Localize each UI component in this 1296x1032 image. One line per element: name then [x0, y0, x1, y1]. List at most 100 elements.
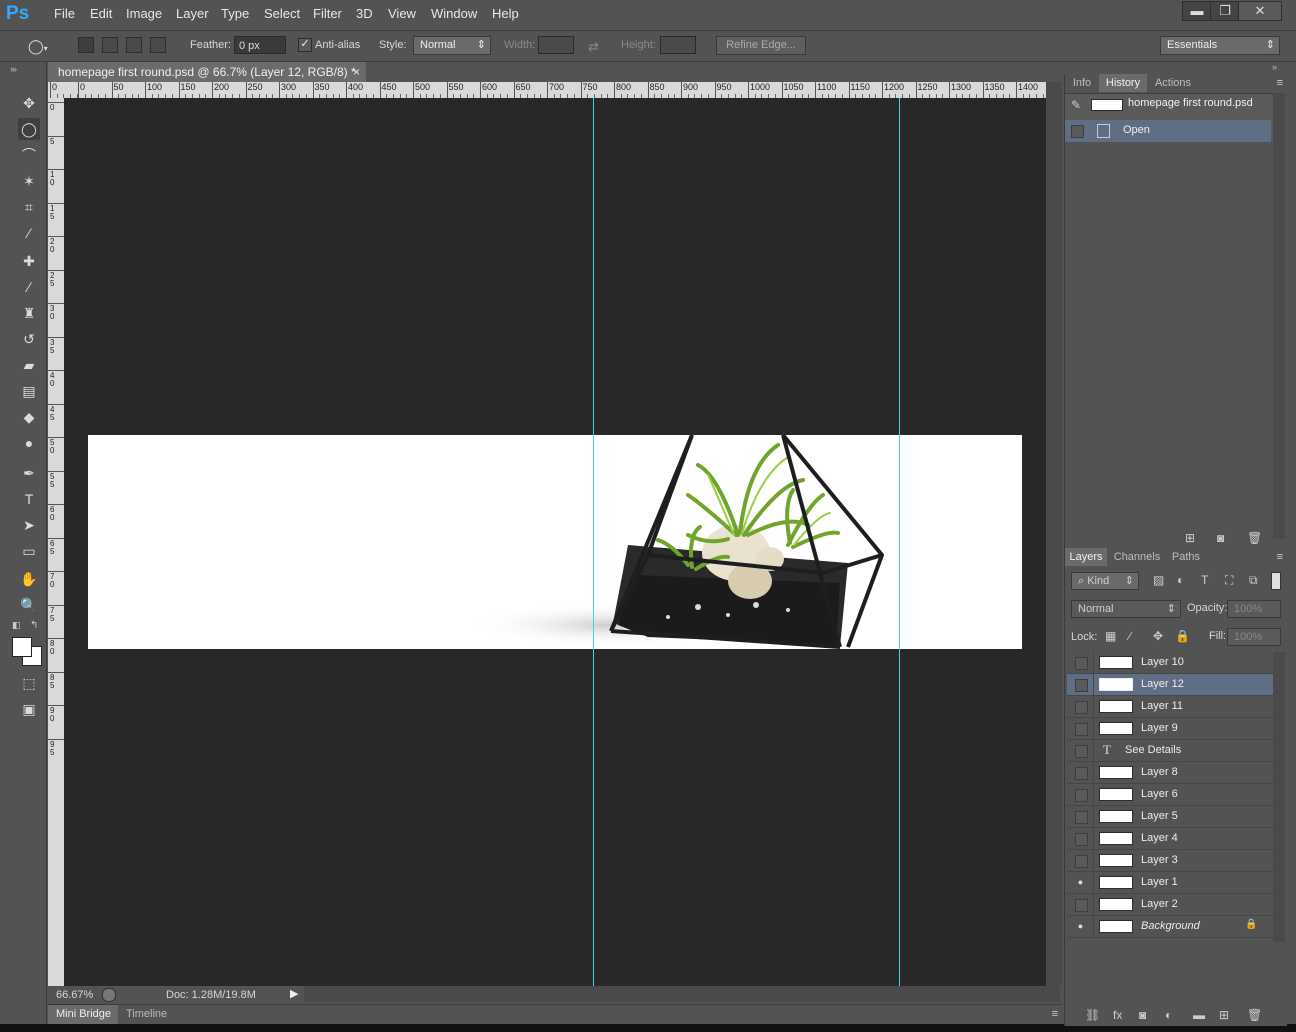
delete-layer-icon[interactable]: 🗑: [1247, 1008, 1262, 1022]
zoom-tool-icon[interactable]: 🔍: [18, 594, 40, 616]
history-brush-tool-icon[interactable]: ↺: [18, 328, 40, 350]
layer-row[interactable]: T See Details: [1067, 740, 1273, 762]
status-icon[interactable]: [102, 988, 116, 1002]
refine-edge-button[interactable]: Refine Edge...: [716, 36, 806, 55]
panel-menu-icon[interactable]: ≡: [1277, 77, 1283, 89]
horizontal-ruler[interactable]: 0 0 50 100 150 200 250 300 350 400 450 500 550 600 650…: [48, 82, 1048, 99]
tab-info[interactable]: Info: [1065, 74, 1099, 92]
visibility-toggle[interactable]: [1075, 679, 1088, 692]
layer-row[interactable]: Layer 11: [1067, 696, 1273, 718]
visibility-toggle[interactable]: [1075, 745, 1088, 758]
visibility-toggle[interactable]: [1075, 899, 1088, 912]
visibility-toggle[interactable]: [1075, 789, 1088, 802]
menu-edit[interactable]: Edit: [90, 6, 112, 21]
eraser-tool-icon[interactable]: ▰: [18, 354, 40, 376]
visibility-toggle[interactable]: [1075, 657, 1088, 670]
layer-row[interactable]: ● Background 🔒: [1067, 916, 1273, 938]
visibility-toggle[interactable]: [1075, 811, 1088, 824]
visibility-toggle[interactable]: [1075, 723, 1088, 736]
pixel-filter-icon[interactable]: ▨: [1153, 573, 1164, 587]
style-select[interactable]: Normal ⇕: [413, 36, 491, 55]
layer-row[interactable]: Layer 6: [1067, 784, 1273, 806]
move-tool-icon[interactable]: ✥: [18, 92, 40, 114]
brush-tool-icon[interactable]: ∕: [18, 276, 40, 298]
layer-row[interactable]: Layer 5: [1067, 806, 1273, 828]
feather-input[interactable]: 0 px: [234, 36, 286, 54]
ellipse-marquee-preset-icon[interactable]: ◯▾: [28, 37, 52, 55]
lock-position-icon[interactable]: ✥: [1153, 629, 1163, 643]
new-selection-icon[interactable]: [78, 37, 94, 53]
opacity-input[interactable]: 100%: [1227, 600, 1281, 618]
elliptical-marquee-tool-icon[interactable]: ◯: [18, 118, 40, 140]
camera-icon[interactable]: ◙: [1217, 531, 1224, 545]
vertical-scrollbar[interactable]: [1046, 82, 1062, 986]
filter-toggle[interactable]: [1271, 572, 1281, 590]
guide-line[interactable]: [899, 98, 900, 986]
dodge-tool-icon[interactable]: ●: [18, 432, 40, 454]
layer-row[interactable]: Layer 12: [1067, 674, 1273, 696]
magic-wand-tool-icon[interactable]: ✶: [18, 170, 40, 192]
shape-filter-icon[interactable]: ⛶: [1225, 573, 1233, 588]
document-tab[interactable]: homepage first round.psd @ 66.7% (Layer …: [48, 62, 366, 82]
swap-colors-icon[interactable]: ↰: [30, 620, 38, 631]
tab-channels[interactable]: Channels: [1109, 548, 1165, 566]
close-tab-icon[interactable]: ×: [353, 62, 360, 82]
fill-input[interactable]: 100%: [1227, 628, 1281, 646]
snapshot-name[interactable]: homepage first round.psd: [1128, 97, 1253, 109]
new-group-icon[interactable]: ▬: [1193, 1008, 1205, 1022]
lock-transparency-icon[interactable]: ▦: [1105, 629, 1116, 643]
panel-menu-icon[interactable]: ≡: [1052, 1008, 1058, 1020]
trash-icon[interactable]: 🗑: [1247, 531, 1262, 545]
expand-icon[interactable]: »: [10, 64, 15, 74]
clone-stamp-tool-icon[interactable]: ♜: [18, 302, 40, 324]
spot-healing-tool-icon[interactable]: ✚: [18, 250, 40, 272]
link-layers-icon[interactable]: ⛓: [1085, 1008, 1100, 1022]
type-filter-icon[interactable]: T: [1201, 573, 1208, 587]
lock-all-icon[interactable]: 🔒: [1175, 629, 1190, 643]
menu-window[interactable]: Window: [431, 6, 477, 21]
history-scrollbar[interactable]: [1273, 93, 1285, 539]
guide-line[interactable]: [593, 98, 594, 986]
visibility-toggle[interactable]: [1075, 767, 1088, 780]
new-document-from-state-icon[interactable]: ⊞: [1185, 531, 1195, 545]
default-colors-icon[interactable]: ◧: [12, 620, 21, 631]
layer-row[interactable]: Layer 2: [1067, 894, 1273, 916]
tab-history[interactable]: History: [1099, 74, 1147, 92]
menu-help[interactable]: Help: [492, 6, 519, 21]
eyedropper-tool-icon[interactable]: ⁄: [18, 222, 40, 244]
layer-row[interactable]: ● Layer 1: [1067, 872, 1273, 894]
add-selection-icon[interactable]: [102, 37, 118, 53]
layer-row[interactable]: Layer 3: [1067, 850, 1273, 872]
eye-icon[interactable]: ●: [1075, 877, 1086, 888]
eye-icon[interactable]: ●: [1075, 921, 1086, 932]
restore-button[interactable]: ❐: [1210, 1, 1240, 21]
close-window-button[interactable]: ✕: [1238, 1, 1282, 21]
height-input[interactable]: [660, 36, 696, 54]
vertical-ruler[interactable]: 0 5 1 0 1 5 2 0 2 5 3 0 3 5 4 0 4 5 5 0 5 5 6 0 6 5 7 …: [48, 98, 65, 986]
history-brush-source-icon[interactable]: ✎: [1071, 98, 1081, 112]
type-tool-icon[interactable]: T: [18, 488, 40, 510]
menu-file[interactable]: File: [54, 6, 75, 21]
intersect-selection-icon[interactable]: [150, 37, 166, 53]
screen-mode-icon[interactable]: ▣: [18, 698, 40, 720]
zoom-level[interactable]: 66.67%: [56, 989, 93, 1001]
layer-style-icon[interactable]: fx: [1113, 1008, 1122, 1022]
visibility-toggle[interactable]: [1075, 833, 1088, 846]
lock-pixels-icon[interactable]: ∕: [1129, 629, 1131, 643]
shape-tool-icon[interactable]: ▭: [18, 540, 40, 562]
visibility-toggle[interactable]: [1075, 701, 1088, 714]
layers-scrollbar[interactable]: [1273, 652, 1285, 942]
layer-row[interactable]: Layer 9: [1067, 718, 1273, 740]
menu-type[interactable]: Type: [221, 6, 249, 21]
pen-tool-icon[interactable]: ✒: [18, 462, 40, 484]
canvas-area[interactable]: [64, 98, 1046, 986]
crop-tool-icon[interactable]: ⌗: [18, 196, 40, 218]
workspace-select[interactable]: Essentials ⇕: [1160, 36, 1280, 55]
filter-kind-select[interactable]: ⌕ Kind ⇕: [1071, 572, 1139, 590]
menu-3d[interactable]: 3D: [356, 6, 373, 21]
layer-mask-icon[interactable]: ◙: [1139, 1008, 1146, 1022]
blend-mode-select[interactable]: Normal ⇕: [1071, 600, 1181, 618]
history-source-checkbox[interactable]: [1071, 125, 1084, 138]
blur-tool-icon[interactable]: ◆: [18, 406, 40, 428]
lasso-tool-icon[interactable]: ⌒: [18, 144, 40, 166]
